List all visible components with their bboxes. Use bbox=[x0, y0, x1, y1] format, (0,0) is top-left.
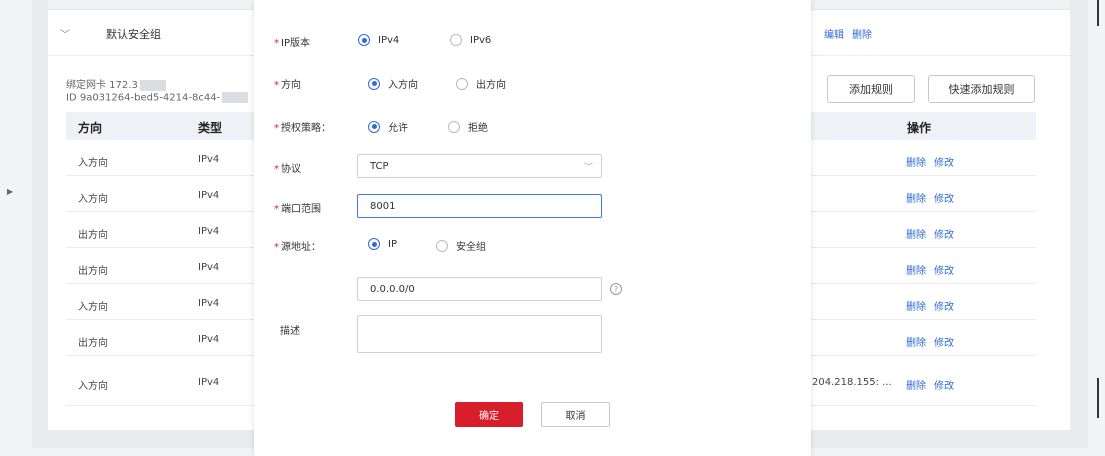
row-direction: 出方向 bbox=[78, 266, 108, 277]
row-edit-link[interactable]: 修改 bbox=[934, 334, 954, 349]
confirm-button[interactable]: 确定 bbox=[455, 402, 523, 427]
bind-id-label: ID 9a031264-bed5-4214-8c44- bbox=[66, 92, 221, 104]
collapse-arrow-icon[interactable]: ▶ bbox=[7, 187, 13, 196]
bind-nic-label: 绑定网卡 172.3 bbox=[66, 80, 138, 91]
radio-unchecked-icon bbox=[448, 120, 460, 133]
radio-unchecked-icon bbox=[436, 239, 448, 252]
add-rule-button[interactable]: 添加规则 bbox=[827, 75, 915, 103]
bind-nic-line: 绑定网卡 172.3 bbox=[66, 76, 166, 91]
row-delete-link[interactable]: 删除 bbox=[906, 190, 926, 205]
source-ip-input[interactable]: 0.0.0.0/0 bbox=[357, 277, 602, 301]
port-range-input[interactable]: 8001 bbox=[357, 194, 602, 218]
row-type: IPv4 bbox=[198, 226, 220, 237]
radio-unchecked-icon bbox=[450, 34, 462, 46]
col-direction: 方向 bbox=[78, 121, 103, 135]
row-direction: 入方向 bbox=[78, 381, 108, 392]
source-ip-radio[interactable]: IP bbox=[368, 238, 397, 250]
radio-checked-icon bbox=[368, 238, 380, 250]
description-label: 描述 bbox=[280, 326, 300, 337]
source-security-group-radio[interactable]: 安全组 bbox=[436, 238, 486, 253]
row-type: IPv4 bbox=[198, 154, 220, 165]
policy-deny-radio[interactable]: 拒绝 bbox=[448, 119, 488, 134]
direction-outbound-radio[interactable]: 出方向 bbox=[456, 76, 506, 91]
quick-add-rule-button[interactable]: 快速添加规则 bbox=[928, 75, 1035, 103]
policy-allow-radio[interactable]: 允许 bbox=[368, 119, 408, 134]
row-edit-link[interactable]: 修改 bbox=[934, 262, 954, 277]
row-direction: 入方向 bbox=[78, 158, 108, 169]
edit-group-link[interactable]: 编辑 bbox=[824, 26, 844, 41]
chevron-down-icon: ﹀ bbox=[583, 163, 593, 173]
row-delete-link[interactable]: 删除 bbox=[906, 262, 926, 277]
description-textarea[interactable] bbox=[357, 315, 602, 353]
row-edit-link[interactable]: 修改 bbox=[934, 377, 954, 392]
direction-label: * 方向 bbox=[274, 80, 301, 91]
row-type: IPv4 bbox=[198, 298, 220, 309]
chevron-down-icon[interactable]: ﹀ bbox=[60, 26, 70, 41]
radio-checked-icon bbox=[368, 120, 380, 133]
add-rule-dialog: * IP版本 IPv4 IPv6 * 方向 入方向 出方向 * 授权策略： 允许 拒绝… bbox=[254, 0, 811, 456]
row-delete-link[interactable]: 删除 bbox=[906, 334, 926, 349]
policy-label: * 授权策略： bbox=[274, 123, 331, 134]
col-ops: 操作 bbox=[907, 121, 932, 135]
row-delete-link[interactable]: 删除 bbox=[906, 298, 926, 313]
scrollbar[interactable] bbox=[1097, 378, 1099, 418]
row-delete-link[interactable]: 删除 bbox=[906, 377, 926, 392]
row-delete-link[interactable]: 删除 bbox=[906, 226, 926, 241]
radio-checked-icon bbox=[368, 77, 380, 90]
row-direction: 出方向 bbox=[78, 230, 108, 241]
row-type: IPv4 bbox=[198, 262, 220, 273]
row-type: IPv4 bbox=[198, 377, 220, 388]
row-delete-link[interactable]: 删除 bbox=[906, 154, 926, 169]
ip-version-label: * IP版本 bbox=[274, 38, 310, 49]
row-type: IPv4 bbox=[198, 190, 220, 201]
delete-group-link[interactable]: 删除 bbox=[852, 26, 872, 41]
radio-checked-icon bbox=[358, 34, 370, 46]
ip-version-ipv6-radio[interactable]: IPv6 bbox=[450, 34, 491, 46]
row-direction: 入方向 bbox=[78, 302, 108, 313]
row-edit-link[interactable]: 修改 bbox=[934, 226, 954, 241]
row-type: IPv4 bbox=[198, 334, 220, 345]
help-icon[interactable]: ? bbox=[610, 283, 622, 295]
redacted-block bbox=[222, 92, 249, 103]
protocol-label: * 协议 bbox=[274, 164, 301, 175]
port-range-label: * 端口范围 bbox=[274, 204, 321, 215]
bind-id-line: ID 9a031264-bed5-4214-8c44- bbox=[66, 92, 249, 104]
redacted-block bbox=[139, 79, 166, 91]
scrollbar[interactable] bbox=[1097, 0, 1099, 26]
direction-inbound-radio[interactable]: 入方向 bbox=[368, 76, 418, 91]
row-edit-link[interactable]: 修改 bbox=[934, 190, 954, 205]
cancel-button[interactable]: 取消 bbox=[541, 402, 610, 427]
source-label: * 源地址： bbox=[274, 242, 321, 253]
row-direction: 入方向 bbox=[78, 194, 108, 205]
col-type: 类型 bbox=[198, 121, 223, 135]
ip-version-ipv4-radio[interactable]: IPv4 bbox=[358, 34, 399, 46]
row-edit-link[interactable]: 修改 bbox=[934, 154, 954, 169]
radio-unchecked-icon bbox=[456, 77, 468, 90]
row-edit-link[interactable]: 修改 bbox=[934, 298, 954, 313]
protocol-select[interactable]: TCP ﹀ bbox=[357, 154, 602, 178]
group-title: 默认安全组 bbox=[106, 28, 161, 41]
row-source-address: 204.218.155: ... bbox=[812, 377, 892, 388]
row-direction: 出方向 bbox=[78, 338, 108, 349]
